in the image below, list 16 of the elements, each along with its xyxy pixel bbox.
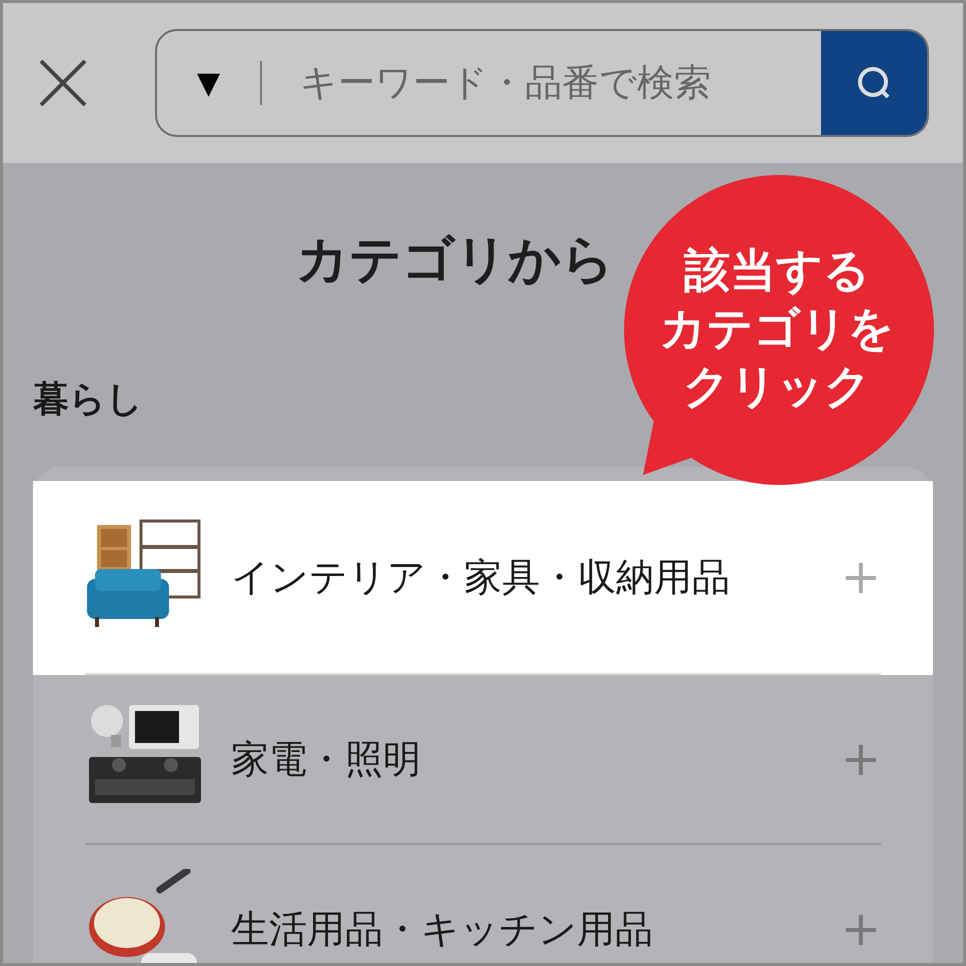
search-input[interactable]: キーワード・品番で検索 xyxy=(262,55,821,111)
category-item[interactable]: インテリア・家具・収納用品 + xyxy=(33,481,933,675)
search-button[interactable] xyxy=(821,31,927,135)
close-icon[interactable] xyxy=(37,57,89,109)
category-item[interactable]: 生活用品・キッチン用品 + xyxy=(33,845,933,963)
callout-text: クリック xyxy=(683,358,871,415)
category-label: 生活用品・キッチン用品 xyxy=(231,906,654,952)
category-group-title: 暮らし xyxy=(33,378,143,422)
scope-dropdown[interactable]: ▼ xyxy=(157,60,260,106)
category-item[interactable]: 家電・照明 + xyxy=(33,675,933,845)
search-field[interactable]: ▼ キーワード・品番で検索 xyxy=(155,29,929,137)
category-label: 家電・照明 xyxy=(231,736,422,782)
category-label: インテリア・家具・収納用品 xyxy=(231,554,731,600)
section-heading: カテゴリから xyxy=(296,229,614,292)
callout-text: 該当する xyxy=(684,242,870,299)
callout-text: カテゴリを xyxy=(660,300,894,357)
